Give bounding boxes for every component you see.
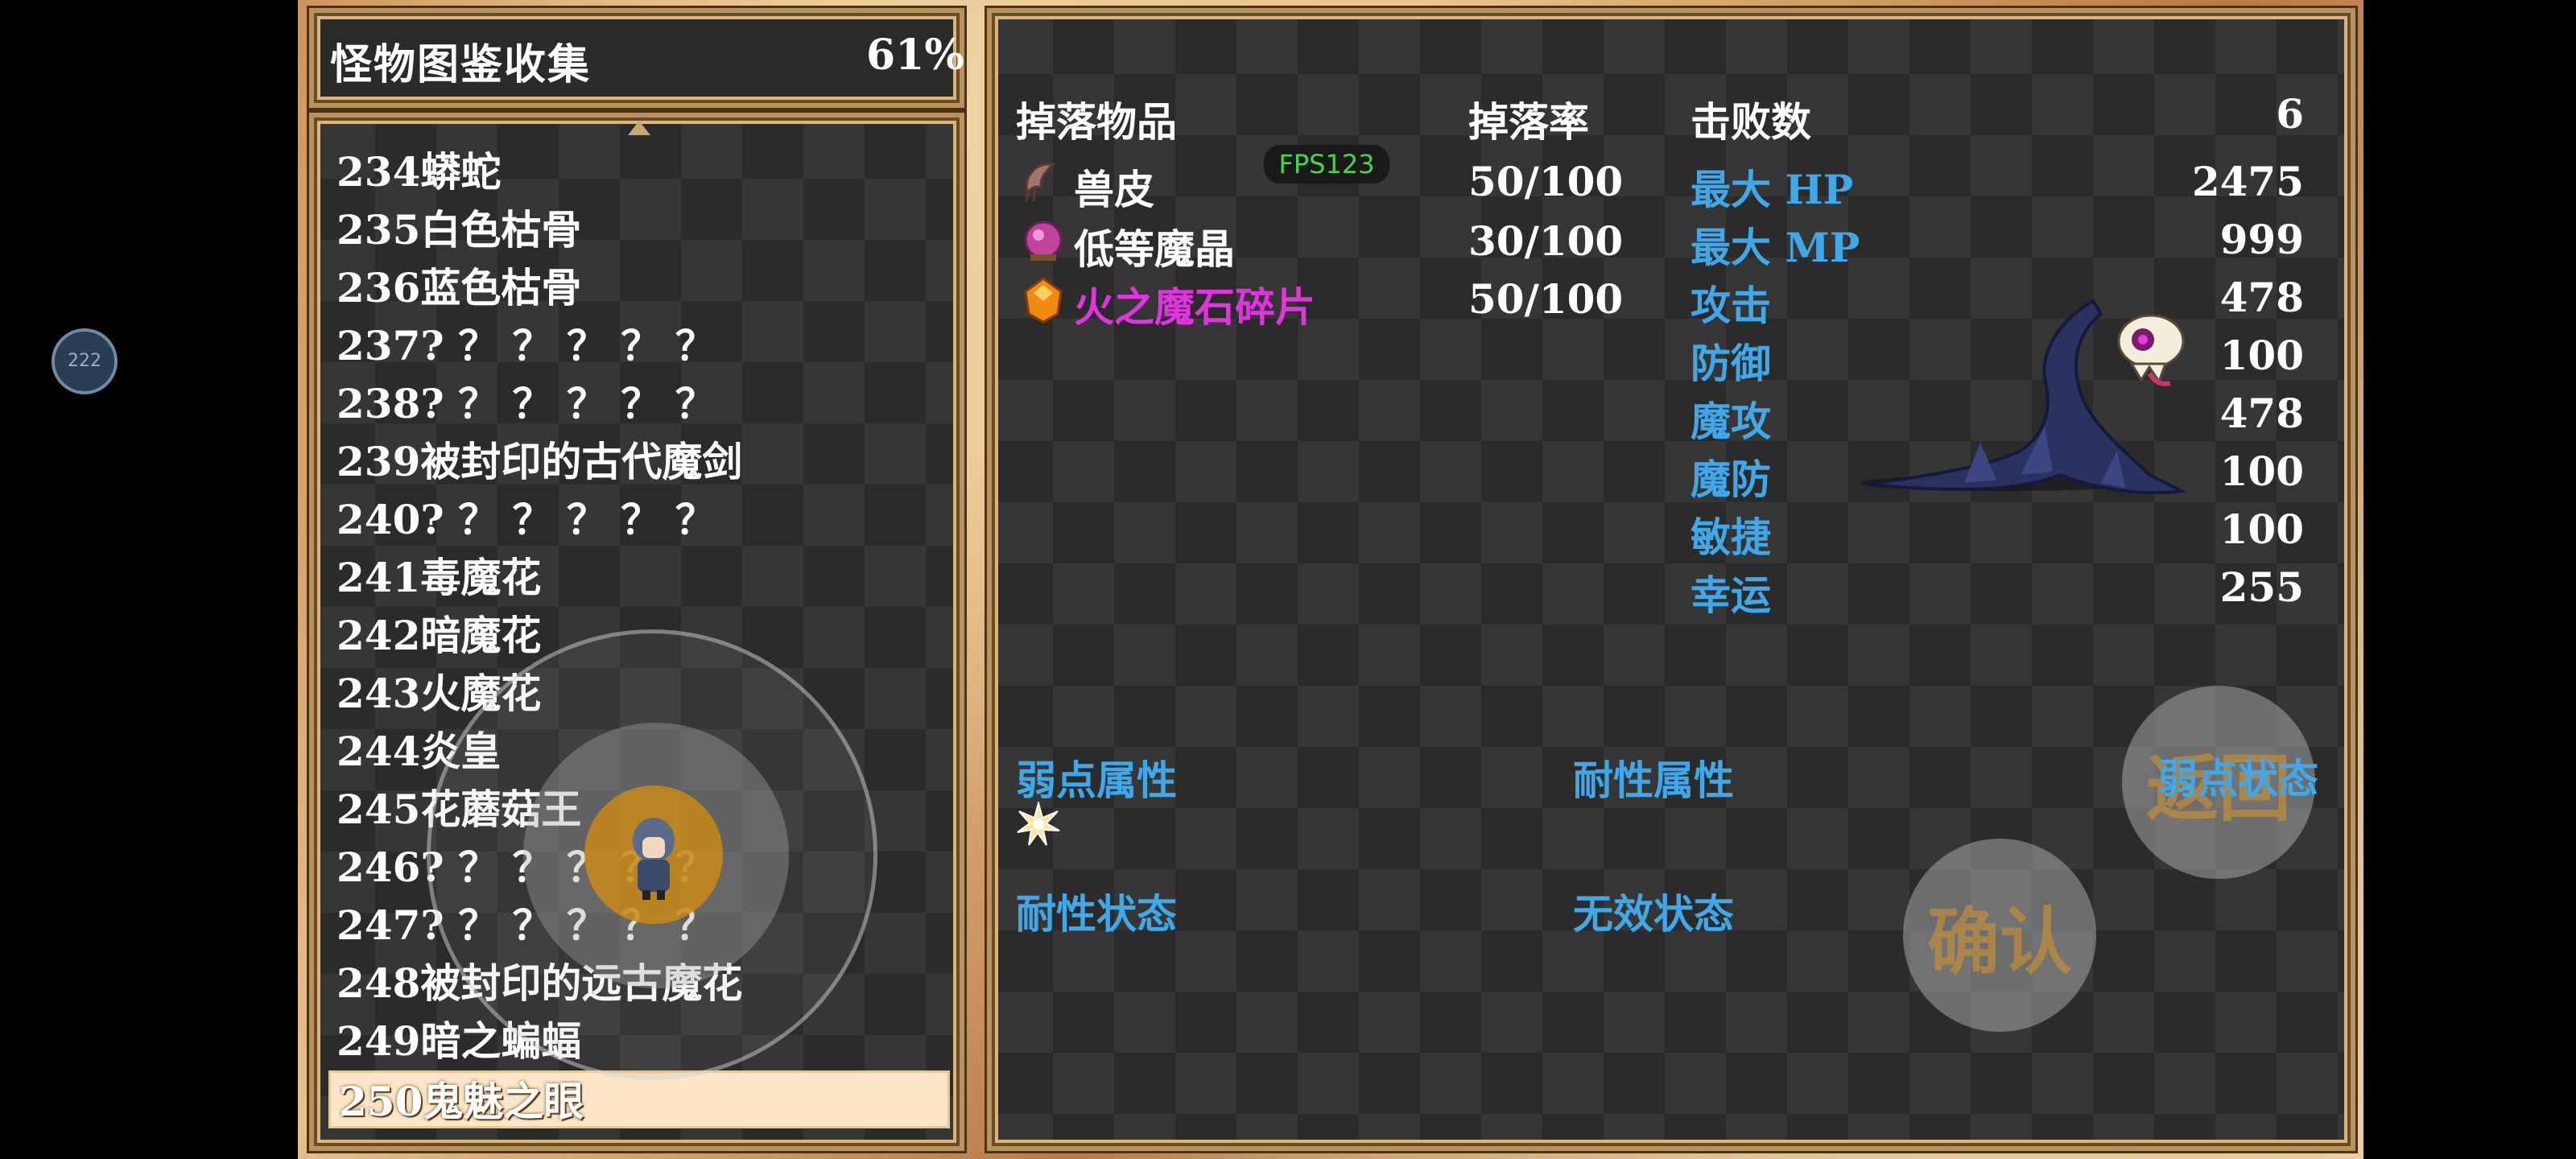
max-hp-label: 最大 HP bbox=[1690, 166, 1854, 213]
magic-attack-value: 478 bbox=[2219, 390, 2304, 437]
immune-state-label: 无效状态 bbox=[1573, 890, 1734, 938]
defeat-count-label: 击败数 bbox=[1690, 98, 1811, 146]
list-item[interactable]: 240? ？ ？ ？ ？ ？ bbox=[336, 491, 956, 549]
defense-label: 防御 bbox=[1690, 340, 1771, 387]
max-mp-label: 最大 MP bbox=[1690, 224, 1860, 271]
max-mp-value: 999 bbox=[2219, 216, 2304, 263]
list-item[interactable]: 234蟒蛇 bbox=[336, 143, 956, 201]
crystal-icon bbox=[1024, 221, 1063, 261]
attack-label: 攻击 bbox=[1690, 282, 1771, 329]
defense-value: 100 bbox=[2219, 332, 2304, 379]
player-character-icon bbox=[633, 818, 675, 900]
list-item[interactable]: 239被封印的古代魔剑 bbox=[336, 433, 956, 491]
fur-icon bbox=[1024, 163, 1056, 202]
magic-defense-value: 100 bbox=[2219, 448, 2304, 495]
drop-item-name: 低等魔晶 bbox=[1074, 225, 1235, 273]
luck-label: 幸运 bbox=[1690, 571, 1771, 619]
drop-item-rate: 50/100 bbox=[1468, 158, 1624, 205]
fire-stone-icon bbox=[1024, 277, 1063, 324]
drop-items-header: 掉落物品 bbox=[1016, 98, 1177, 146]
drop-item-name-rare: 火之魔石碎片 bbox=[1074, 283, 1315, 331]
list-item[interactable]: 235白色枯骨 bbox=[336, 201, 956, 259]
explosion-element-icon bbox=[1017, 802, 1060, 846]
magic-attack-label: 魔攻 bbox=[1690, 398, 1771, 445]
drop-rate-header: 掉落率 bbox=[1468, 98, 1589, 146]
floating-assist-button[interactable]: 222 bbox=[52, 328, 118, 394]
list-item[interactable]: 238? ？ ？ ？ ？ ？ bbox=[336, 375, 956, 433]
luck-value: 255 bbox=[2219, 563, 2304, 611]
weak-state-label: 弱点状态 bbox=[2157, 755, 2318, 802]
magic-defense-label: 魔防 bbox=[1690, 456, 1771, 503]
agility-value: 100 bbox=[2219, 505, 2304, 553]
drop-item-rate: 30/100 bbox=[1468, 217, 1624, 265]
list-item[interactable]: 236蓝色枯骨 bbox=[336, 259, 956, 317]
fps-counter: FPS123 bbox=[1264, 145, 1389, 184]
page-title: 怪物图鉴收集 bbox=[330, 40, 592, 89]
agility-label: 敏捷 bbox=[1690, 514, 1771, 561]
confirm-button[interactable]: 确认 bbox=[1903, 839, 2096, 1032]
collection-percent: 61% bbox=[866, 31, 964, 80]
drop-item-rate: 50/100 bbox=[1468, 275, 1624, 323]
resist-state-label: 耐性状态 bbox=[1016, 890, 1177, 938]
resist-attribute-label: 耐性属性 bbox=[1573, 757, 1734, 804]
scroll-up-arrow-icon[interactable] bbox=[628, 121, 650, 135]
weak-attribute-label: 弱点属性 bbox=[1016, 757, 1177, 804]
drop-item-name: 兽皮 bbox=[1074, 166, 1154, 213]
max-hp-value: 2475 bbox=[2191, 158, 2304, 205]
list-item[interactable]: 241毒魔花 bbox=[336, 549, 956, 607]
list-item[interactable]: 237? ？ ？ ？ ？ ？ bbox=[336, 317, 956, 375]
defeat-count-value: 6 bbox=[2276, 90, 2304, 138]
